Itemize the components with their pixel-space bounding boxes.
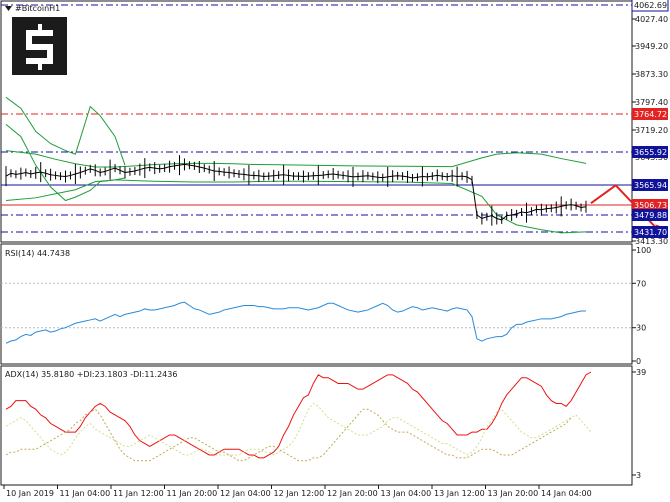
level-pill-label: 3506.73: [634, 201, 667, 210]
time-tick-label: 11 Jan 04:00: [60, 489, 111, 498]
trading-chart[interactable]: #BitcoinH1 4027.403949.203873.303797.403…: [0, 0, 670, 502]
time-tick-label: 13 Jan 12:00: [434, 489, 485, 498]
rsi-tick-label: 70: [636, 279, 646, 288]
price-tick-label: 3873.30: [635, 70, 668, 79]
price-tick-label: 3949.20: [635, 42, 668, 51]
rsi-title: RSI(14) 44.7438: [5, 249, 70, 258]
price-tick-label: 3719.20: [635, 126, 668, 135]
time-tick-label: 11 Jan 20:00: [167, 489, 218, 498]
time-tick-label: 13 Jan 20:00: [488, 489, 539, 498]
level-pill-label: 3655.92: [634, 148, 667, 157]
rsi-tick-label: 30: [636, 324, 646, 333]
adx-tick-label: 3: [636, 471, 641, 480]
time-tick-label: 12 Jan 04:00: [220, 489, 271, 498]
time-tick-label: 11 Jan 12:00: [113, 489, 164, 498]
brand-s-logo: [12, 17, 67, 75]
time-tick-label: 14 Jan 04:00: [541, 489, 592, 498]
price-tick-label: 3413.30: [635, 237, 668, 246]
level-pill-label: 3431.70: [634, 228, 667, 237]
rsi-tick-label: 100: [636, 246, 651, 255]
level-pill-label: 3764.72: [634, 110, 667, 119]
level-pill-label: 3479.88: [634, 211, 667, 220]
time-tick-label: 10 Jan 2019: [6, 489, 54, 498]
time-tick-label: 12 Jan 20:00: [327, 489, 378, 498]
adx-title: ADX(14) 35.8180 +DI:23.1803 -DI:11.2436: [5, 370, 177, 379]
adx-tick-label: 39: [636, 368, 646, 377]
time-tick-label: 12 Jan 12:00: [274, 489, 325, 498]
price-tick-label: 4027.40: [635, 15, 668, 24]
time-tick-label: 13 Jan 04:00: [381, 489, 432, 498]
level-box-label: 4062.69: [634, 1, 667, 10]
level-pill-label: 3565.94: [634, 181, 667, 190]
price-tick-label: 3797.40: [635, 98, 668, 107]
rsi-tick-label: 0: [636, 357, 641, 366]
